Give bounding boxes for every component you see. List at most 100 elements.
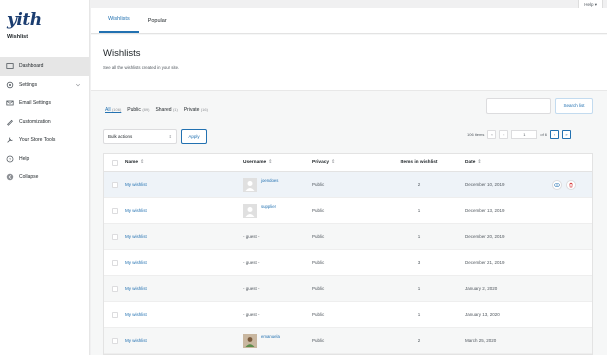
next-page-button[interactable]: › xyxy=(550,130,560,139)
wishlist-name-link[interactable]: My wishlist xyxy=(125,312,243,317)
wishlist-name-link[interactable]: My wishlist xyxy=(125,182,243,187)
table-row[interactable]: My wishlist - guest - Public 1 January 2… xyxy=(104,276,592,302)
date-cell: January 13, 2020 xyxy=(465,312,500,317)
row-checkbox[interactable] xyxy=(104,259,125,266)
sidebar-item-collapse[interactable]: Collapse xyxy=(0,168,90,187)
table-row[interactable]: My wishlist emanuela Public 2 March 25, … xyxy=(104,328,592,354)
total-pages: of 6 xyxy=(540,132,548,137)
column-label: Date xyxy=(465,160,476,165)
table-row[interactable]: My wishlist - guest - Public 1 December … xyxy=(104,224,592,250)
row-checkbox[interactable] xyxy=(104,285,125,292)
sidebar-item-store-tools[interactable]: Your Store Tools xyxy=(0,131,90,150)
search-input[interactable] xyxy=(486,98,551,114)
select-all-checkbox[interactable] xyxy=(104,159,125,166)
row-checkbox[interactable] xyxy=(104,311,125,318)
table-row[interactable]: My wishlist - guest - Public 1 January 1… xyxy=(104,302,592,328)
username-cell: - guest - xyxy=(243,234,260,239)
last-page-button[interactable]: » xyxy=(562,130,572,139)
sidebar-nav: Dashboard Settings Email Settings Custom… xyxy=(0,57,90,187)
username-cell: joendoes xyxy=(243,177,312,192)
items-count-cell: 2 xyxy=(417,182,421,187)
sidebar-item-settings[interactable]: Settings xyxy=(0,76,90,95)
table-row[interactable]: My wishlist supplier Public 1 December 1… xyxy=(104,198,592,224)
column-privacy[interactable]: Privacy ⇕ xyxy=(312,160,389,165)
username-link[interactable]: emanuela xyxy=(261,334,280,339)
sidebar-item-email-settings[interactable]: Email Settings xyxy=(0,94,90,113)
tab-wishlists[interactable]: Wishlists xyxy=(99,16,139,33)
filter-count: (106) xyxy=(111,107,122,112)
wishlist-name-link[interactable]: My wishlist xyxy=(125,338,243,343)
filter-count: (1) xyxy=(172,107,178,112)
collapse-icon xyxy=(6,173,14,181)
sidebar-item-dashboard[interactable]: Dashboard xyxy=(0,57,90,76)
help-icon: ? xyxy=(6,155,14,163)
avatar xyxy=(243,203,257,218)
sidebar-item-customization[interactable]: Customization xyxy=(0,113,90,132)
column-name[interactable]: Name ⇕ xyxy=(125,160,243,165)
items-count-cell: 1 xyxy=(417,208,421,213)
username-cell: - guest - xyxy=(243,286,260,291)
pagination: 106 items « ‹ 1 of 6 › » xyxy=(467,130,572,139)
table-header: Name ⇕ Username ⇕ Privacy ⇕ Items in wishli… xyxy=(104,154,592,172)
store-tools-icon xyxy=(6,136,14,144)
column-label: Privacy xyxy=(312,160,330,165)
filter-private[interactable]: Private (16) xyxy=(184,107,208,113)
wishlist-name-link[interactable]: My wishlist xyxy=(125,208,243,213)
first-page-button[interactable]: « xyxy=(487,130,497,139)
row-checkbox[interactable] xyxy=(104,337,125,344)
row-actions xyxy=(552,179,592,190)
column-label: Username xyxy=(243,160,267,165)
row-checkbox[interactable] xyxy=(104,233,125,240)
wishlist-name-link[interactable]: My wishlist xyxy=(125,234,243,239)
wishlist-name-link[interactable]: My wishlist xyxy=(125,260,243,265)
date-cell: March 25, 2020 xyxy=(465,338,497,343)
username-link[interactable]: supplier xyxy=(261,204,276,209)
sort-icon: ⇕ xyxy=(140,160,145,165)
sidebar-item-help[interactable]: ? Help xyxy=(0,150,90,169)
date-cell: December 21, 2019 xyxy=(465,260,505,265)
wishlist-name-link[interactable]: My wishlist xyxy=(125,286,243,291)
sidebar-item-label: Your Store Tools xyxy=(19,137,56,144)
avatar xyxy=(243,177,257,192)
apply-button[interactable]: Apply xyxy=(181,129,207,144)
wishlists-table: Name ⇕ Username ⇕ Privacy ⇕ Items in wishli… xyxy=(103,153,593,355)
table-row[interactable]: My wishlist - guest - Public 3 December … xyxy=(104,250,592,276)
bulk-actions-value: Bulk actions xyxy=(108,134,133,139)
filter-all[interactable]: All (106) xyxy=(105,107,121,113)
delete-icon[interactable] xyxy=(566,179,576,190)
privacy-cell: Public xyxy=(312,260,325,265)
filter-public[interactable]: Public (89) xyxy=(127,107,149,113)
tab-popular[interactable]: Popular xyxy=(139,18,176,33)
plugin-name: Wishlist xyxy=(7,34,29,40)
username-link[interactable]: joendoes xyxy=(261,178,278,183)
items-count-cell: 3 xyxy=(417,260,421,265)
filter-label: Public xyxy=(127,107,141,113)
select-arrows-icon: ⇕ xyxy=(168,134,172,139)
privacy-cell: Public xyxy=(312,312,325,317)
filter-count: (16) xyxy=(200,107,208,112)
items-count: 106 items xyxy=(467,132,485,137)
privacy-cell: Public xyxy=(312,338,325,343)
view-icon[interactable] xyxy=(552,179,562,190)
privacy-cell: Public xyxy=(312,234,325,239)
filter-shared[interactable]: Shared (1) xyxy=(155,107,177,113)
column-username[interactable]: Username ⇕ xyxy=(243,160,312,165)
column-date[interactable]: Date ⇕ xyxy=(449,160,552,165)
filter-label: All xyxy=(105,107,111,113)
sidebar-item-label: Email Settings xyxy=(19,100,51,107)
main-content: Wishlists Popular Wishlists See all the … xyxy=(91,8,607,355)
sidebar-item-label: Collapse xyxy=(19,174,39,181)
yith-logo: yith xyxy=(7,10,42,30)
current-page-input[interactable]: 1 xyxy=(511,130,538,139)
prev-page-button[interactable]: ‹ xyxy=(499,130,509,139)
row-checkbox[interactable] xyxy=(104,181,125,188)
table-row[interactable]: My wishlist joendoes Public 2 December 1… xyxy=(104,172,592,198)
sort-icon: ⇕ xyxy=(268,160,273,165)
search-list-button[interactable]: Search list xyxy=(555,98,593,114)
username-cell: - guest - xyxy=(243,312,260,317)
privacy-cell: Public xyxy=(312,208,325,213)
row-checkbox[interactable] xyxy=(104,207,125,214)
items-count-cell: 2 xyxy=(417,338,421,343)
bulk-actions-select[interactable]: Bulk actions ⇕ xyxy=(103,129,177,144)
sidebar: yith Wishlist Dashboard Settings Email S… xyxy=(0,0,90,355)
